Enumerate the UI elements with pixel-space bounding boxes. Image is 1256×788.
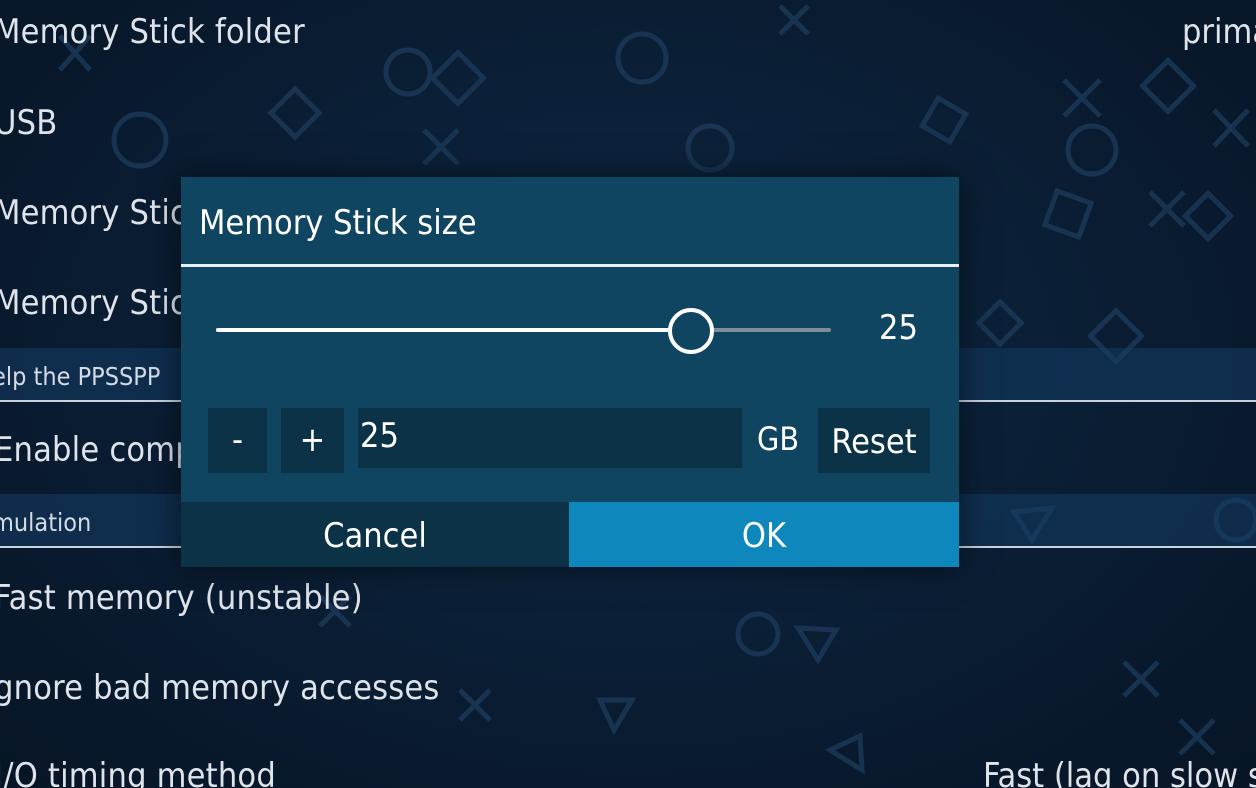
reset-button[interactable]: Reset [818, 408, 930, 473]
section-label: mulation [0, 508, 92, 537]
title-divider [181, 264, 959, 267]
setting-label: I/O timing method [0, 756, 276, 788]
decrement-button[interactable]: - [208, 408, 267, 473]
cancel-button[interactable]: Cancel [181, 502, 569, 567]
setting-label: Memory Stic [0, 193, 188, 233]
memory-stick-size-dialog: Memory Stick size 25 - + 25 GB Reset Can… [181, 177, 959, 567]
setting-memory-stick-1[interactable]: Memory Stic [0, 193, 187, 233]
size-slider[interactable] [216, 308, 831, 354]
slider-value-label: 25 [879, 308, 918, 348]
setting-enable-compat[interactable]: Enable comp [0, 430, 195, 470]
setting-ignore-bad-memory[interactable]: gnore bad memory accesses [0, 668, 440, 708]
setting-label: Memory Stick folder [0, 12, 305, 52]
setting-label: USB [0, 103, 58, 143]
ok-button[interactable]: OK [569, 502, 959, 567]
slider-thumb[interactable] [667, 308, 714, 354]
setting-label: Fast memory (unstable) [0, 578, 363, 618]
setting-label: Memory Stic [0, 283, 188, 323]
setting-fast-memory[interactable]: Fast memory (unstable) [0, 578, 363, 618]
slider-fill [216, 328, 690, 332]
unit-label: GB [757, 420, 800, 458]
dialog-title: Memory Stick size [199, 203, 477, 243]
setting-label: Enable comp [0, 430, 195, 470]
setting-usb[interactable]: USB [0, 103, 57, 143]
setting-memory-stick-2[interactable]: Memory Stic [0, 283, 187, 323]
increment-button[interactable]: + [281, 408, 344, 473]
setting-memory-stick-folder[interactable]: Memory Stick folder [0, 12, 305, 52]
size-input[interactable]: 25 [358, 408, 742, 468]
section-label: elp the PPSSPP [0, 362, 161, 391]
setting-value: prima [1182, 12, 1256, 52]
setting-io-timing[interactable]: I/O timing method [0, 756, 276, 788]
size-input-value: 25 [360, 416, 399, 456]
setting-label: gnore bad memory accesses [0, 668, 440, 708]
setting-value: Fast (lag on slow s [983, 756, 1256, 788]
